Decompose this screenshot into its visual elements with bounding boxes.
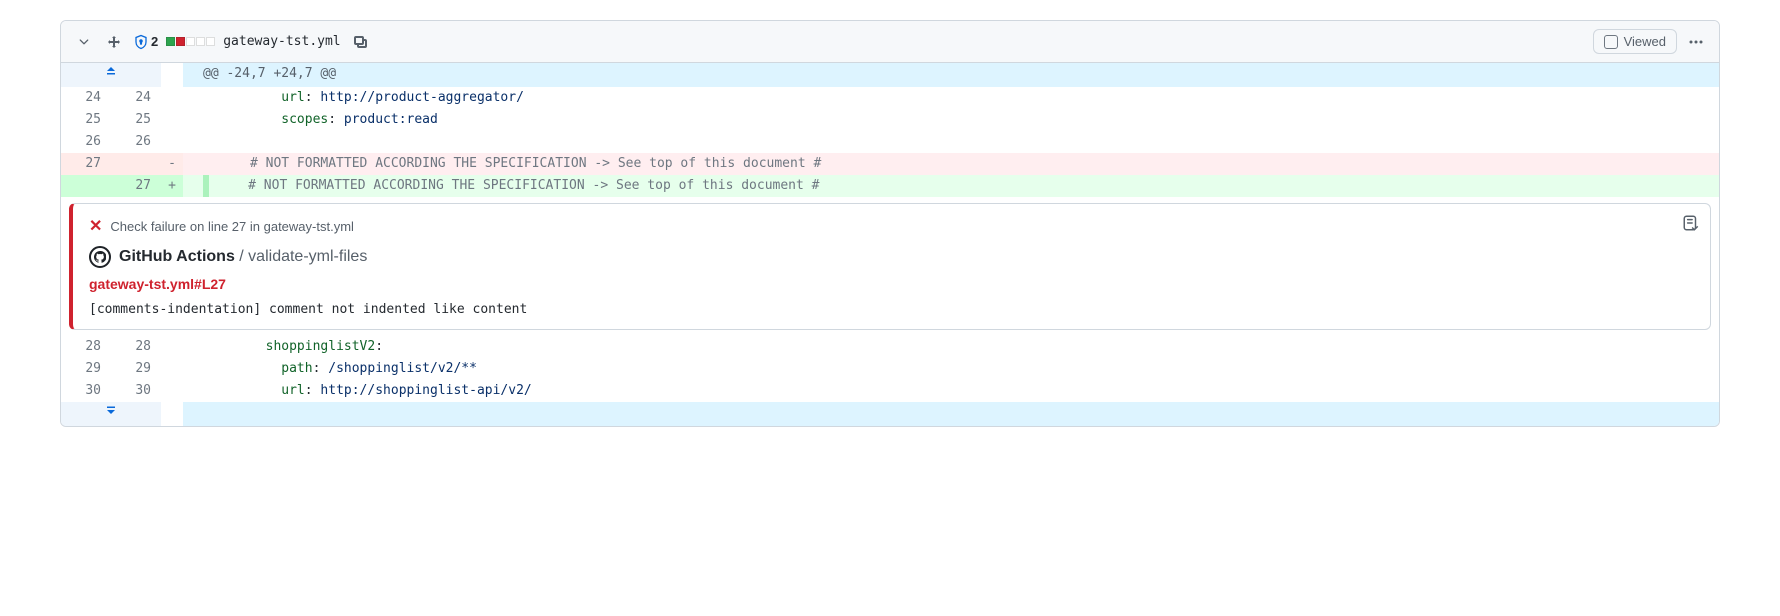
yaml-value: http://product-aggregator/ [320, 90, 524, 105]
line-op: - [161, 153, 183, 175]
yaml-key: shoppinglistV2 [266, 339, 376, 354]
line-op [161, 131, 183, 153]
annotation-app: GitHub Actions / validate-yml-files [119, 248, 367, 266]
viewed-label: Viewed [1624, 34, 1666, 49]
diffstat-neutral-block [186, 37, 195, 46]
yaml-comment: # NOT FORMATTED ACCORDING THE SPECIFICAT… [250, 156, 821, 171]
old-line-num [61, 175, 111, 197]
old-line-num[interactable]: 24 [61, 87, 111, 109]
diffstat-neutral-block [206, 37, 215, 46]
old-line-num[interactable]: 27 [61, 153, 111, 175]
diffstat-deleted-block [176, 37, 185, 46]
old-line-num[interactable]: 26 [61, 131, 111, 153]
code-line: scopes: product:read [183, 109, 1719, 131]
new-line-num[interactable]: 27 [111, 175, 161, 197]
annotation-summary: Check failure on line 27 in gateway-tst.… [110, 219, 354, 234]
file-header-left: 2 gateway-tst.yml [73, 31, 371, 53]
expand-up-icon[interactable] [61, 63, 161, 87]
yaml-key: scopes [281, 112, 328, 127]
diff-line: 29 29 path: /shoppinglist/v2/** [61, 358, 1719, 380]
hunk-footer-text [183, 402, 1719, 426]
diff-line: 24 24 url: http://product-aggregator/ [61, 87, 1719, 109]
hunk-header-row: @@ -24,7 +24,7 @@ [61, 63, 1719, 87]
fail-x-icon: ✕ [89, 216, 102, 236]
new-line-num[interactable]: 29 [111, 358, 161, 380]
annotation-action-icon[interactable] [1682, 214, 1700, 235]
diff-line-deletion: 27 - # NOT FORMATTED ACCORDING THE SPECI… [61, 153, 1719, 175]
diffstat-added-block [166, 37, 175, 46]
diff-line: 25 25 scopes: product:read [61, 109, 1719, 131]
diff-table: @@ -24,7 +24,7 @@ 24 24 url: http://prod… [61, 63, 1719, 426]
code-line: url: http://product-aggregator/ [183, 87, 1719, 109]
yaml-value: product:read [344, 112, 438, 127]
viewed-checkbox[interactable] [1604, 35, 1618, 49]
annotation-source: GitHub Actions / validate-yml-files [89, 246, 1694, 268]
code-line: # NOT FORMATTED ACCORDING THE SPECIFICAT… [183, 153, 1719, 175]
code-line: # NOT FORMATTED ACCORDING THE SPECIFICAT… [183, 175, 1719, 197]
code-line: shoppinglistV2: [183, 336, 1719, 358]
code-line: path: /shoppinglist/v2/** [183, 358, 1719, 380]
diff-line: 26 26 [61, 131, 1719, 153]
line-op [161, 380, 183, 402]
file-name[interactable]: gateway-tst.yml [223, 34, 340, 49]
diff-line: 30 30 url: http://shoppinglist-api/v2/ [61, 380, 1719, 402]
yaml-value: http://shoppinglist-api/v2/ [320, 383, 531, 398]
line-op [161, 336, 183, 358]
chevron-down-icon[interactable] [73, 31, 95, 53]
code-line: url: http://shoppinglist-api/v2/ [183, 380, 1719, 402]
diffstat-neutral-block [196, 37, 205, 46]
file-header-right: Viewed [1593, 29, 1707, 54]
github-actions-icon [89, 246, 111, 268]
old-line-num[interactable]: 28 [61, 336, 111, 358]
old-line-num[interactable]: 25 [61, 109, 111, 131]
kebab-icon[interactable] [1685, 31, 1707, 53]
new-line-num[interactable]: 26 [111, 131, 161, 153]
yaml-key: url [281, 383, 304, 398]
line-op [161, 87, 183, 109]
security-count: 2 [151, 34, 158, 49]
file-diff-box: 2 gateway-tst.yml Viewed [60, 20, 1720, 427]
diff-line: 28 28 shoppinglistV2: [61, 336, 1719, 358]
hunk-header-text: @@ -24,7 +24,7 @@ [183, 63, 1719, 87]
diffstat [166, 37, 215, 46]
expand-file-icon[interactable] [103, 31, 125, 53]
hunk-op [161, 63, 183, 87]
line-op [161, 358, 183, 380]
file-header: 2 gateway-tst.yml Viewed [61, 21, 1719, 63]
new-line-num[interactable]: 24 [111, 87, 161, 109]
check-annotation: ✕ Check failure on line 27 in gateway-ts… [69, 203, 1711, 330]
yaml-comment: # NOT FORMATTED ACCORDING THE SPECIFICAT… [248, 178, 819, 193]
annotation-message: [comments-indentation] comment not inden… [89, 302, 1694, 317]
old-line-num[interactable]: 29 [61, 358, 111, 380]
expand-down-icon[interactable] [61, 402, 161, 426]
old-line-num[interactable]: 30 [61, 380, 111, 402]
security-badge[interactable]: 2 [133, 34, 158, 50]
copy-icon[interactable] [349, 31, 371, 53]
line-op [161, 109, 183, 131]
yaml-key: url [281, 90, 304, 105]
annotation-head: ✕ Check failure on line 27 in gateway-ts… [89, 216, 1694, 236]
hunk-footer-row [61, 402, 1719, 426]
yaml-value: /shoppinglist/v2/** [328, 361, 477, 376]
code-line [183, 131, 1719, 153]
viewed-toggle[interactable]: Viewed [1593, 29, 1677, 54]
new-line-num[interactable]: 30 [111, 380, 161, 402]
annotation-row: ✕ Check failure on line 27 in gateway-ts… [61, 197, 1719, 336]
line-op: + [161, 175, 183, 197]
annotation-link[interactable]: gateway-tst.yml#L27 [89, 276, 226, 292]
new-line-num[interactable]: 28 [111, 336, 161, 358]
yaml-key: path [281, 361, 312, 376]
new-line-num [111, 153, 161, 175]
new-line-num[interactable]: 25 [111, 109, 161, 131]
hunk-op [161, 402, 183, 426]
diff-line-addition: 27 + # NOT FORMATTED ACCORDING THE SPECI… [61, 175, 1719, 197]
